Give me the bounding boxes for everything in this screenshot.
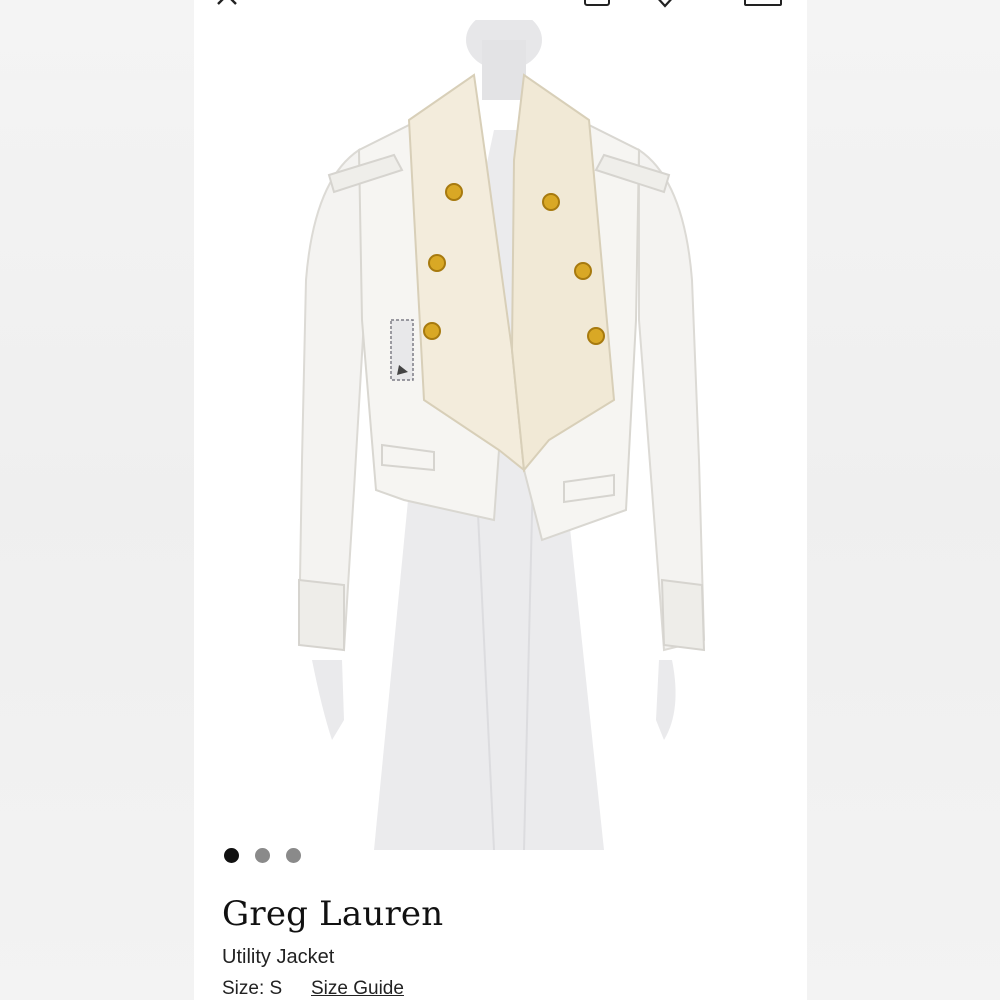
top-bar bbox=[194, 0, 807, 10]
close-icon[interactable] bbox=[214, 0, 240, 8]
size-label: Size: S bbox=[222, 978, 283, 999]
brand-name: Greg Lauren bbox=[222, 894, 444, 934]
size-guide-link[interactable]: Size Guide bbox=[311, 978, 404, 1000]
left-backdrop bbox=[0, 0, 194, 1000]
product-image[interactable] bbox=[194, 20, 807, 860]
pagination-dot[interactable] bbox=[286, 848, 301, 863]
image-pagination bbox=[224, 848, 301, 863]
right-backdrop bbox=[807, 0, 1000, 1000]
heart-icon[interactable] bbox=[652, 0, 678, 8]
pagination-dot[interactable] bbox=[255, 848, 270, 863]
pagination-dot[interactable] bbox=[224, 848, 239, 863]
product-name: Utility Jacket bbox=[222, 946, 335, 968]
cart-icon[interactable] bbox=[744, 0, 782, 6]
product-page: Greg Lauren Utility Jacket Size: S Size … bbox=[194, 0, 807, 1000]
bag-icon[interactable] bbox=[584, 0, 610, 6]
